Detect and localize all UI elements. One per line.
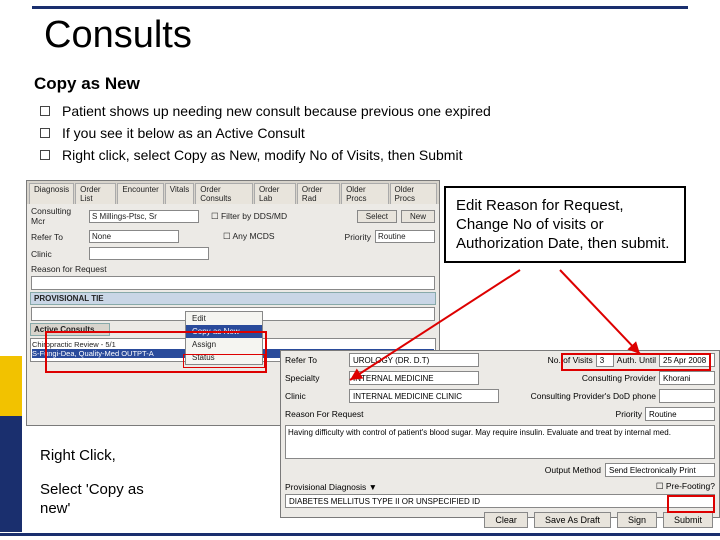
tab[interactable]: Encounter bbox=[117, 183, 163, 204]
provdx-input[interactable]: DIABETES MELLITUS TYPE II OR UNSPECIFIED… bbox=[285, 494, 715, 508]
priority-label: Priority bbox=[345, 232, 371, 242]
prefoot-checkbox[interactable]: ☐ Pre-Footing? bbox=[656, 481, 715, 492]
clear-button[interactable]: Clear bbox=[484, 512, 528, 528]
reason-input[interactable] bbox=[31, 276, 435, 290]
highlight-copy-as-new bbox=[183, 354, 265, 368]
rule-top bbox=[32, 6, 688, 9]
bullet-item: Patient shows up needing new consult bec… bbox=[40, 100, 491, 122]
tab[interactable]: Order Consults bbox=[195, 183, 253, 204]
callout-box: Edit Reason for Request, Change No of vi… bbox=[444, 186, 686, 263]
highlight-submit bbox=[667, 495, 715, 513]
refer-label: Refer To bbox=[31, 232, 85, 242]
output-label: Output Method bbox=[545, 465, 601, 475]
tab-bar: Diagnosis Order List Encounter Vitals Or… bbox=[27, 181, 439, 204]
slide-title: Consults bbox=[44, 14, 192, 57]
consprov-label: Consulting Provider bbox=[582, 373, 656, 383]
select-button[interactable]: Select bbox=[357, 210, 397, 223]
tab[interactable]: Order List bbox=[75, 183, 116, 204]
rule-bottom bbox=[0, 533, 720, 536]
clinic-label: Clinic bbox=[31, 249, 85, 259]
sign-button[interactable]: Sign bbox=[617, 512, 657, 528]
phone-label: Consulting Provider's DoD phone bbox=[531, 391, 656, 401]
clinic-label: Clinic bbox=[285, 391, 345, 401]
tab[interactable]: Vitals bbox=[165, 183, 194, 204]
accent-bar bbox=[0, 356, 22, 532]
priority-input[interactable]: Routine bbox=[375, 230, 435, 243]
specialty-label: Specialty bbox=[285, 373, 345, 383]
reason-textarea[interactable]: Having difficulty with control of patien… bbox=[285, 425, 715, 459]
bullet-list: Patient shows up needing new consult bec… bbox=[40, 100, 491, 166]
consulting-value[interactable]: S Millings-Ptsc, Sr bbox=[89, 210, 199, 223]
consult-detail-window: Refer To UROLOGY (DR. D.T) No. of Visits… bbox=[280, 350, 720, 518]
tab[interactable]: Order Lab bbox=[254, 183, 296, 204]
slide-subtitle: Copy as New bbox=[34, 74, 140, 94]
refer-input[interactable]: UROLOGY (DR. D.T) bbox=[349, 353, 479, 367]
consprov-input[interactable]: Khorani bbox=[659, 371, 715, 385]
caption-right-click: Right Click, bbox=[40, 446, 116, 465]
caption-select-copy: Select 'Copy as new' bbox=[40, 480, 150, 518]
new-button[interactable]: New bbox=[401, 210, 435, 223]
tab[interactable]: Older Procs bbox=[341, 183, 388, 204]
menu-edit[interactable]: Edit bbox=[186, 312, 262, 325]
priority-input[interactable]: Routine bbox=[645, 407, 715, 421]
filter-checkbox[interactable]: ☐ Filter by DDS/MD bbox=[211, 211, 287, 222]
arrow-icon bbox=[520, 264, 660, 364]
save-draft-button[interactable]: Save As Draft bbox=[534, 512, 611, 528]
anymcds-checkbox[interactable]: ☐ Any MCDS bbox=[223, 231, 275, 242]
phone-input[interactable] bbox=[659, 389, 715, 403]
submit-button[interactable]: Submit bbox=[663, 512, 713, 528]
consulting-label: Consulting Mcr bbox=[31, 206, 85, 226]
priority-label: Priority bbox=[616, 409, 642, 419]
provdx-label[interactable]: Provisional Diagnosis ▼ bbox=[285, 482, 395, 492]
clinic-input[interactable]: INTERNAL MEDICINE CLINIC bbox=[349, 389, 499, 403]
clinic-input[interactable] bbox=[89, 247, 209, 260]
bullet-item: If you see it below as an Active Consult bbox=[40, 122, 491, 144]
reason-label: Reason for Request bbox=[31, 264, 131, 274]
bullet-item: Right click, select Copy as New, modify … bbox=[40, 144, 491, 166]
refer-label: Refer To bbox=[285, 355, 345, 365]
tab[interactable]: Order Rad bbox=[297, 183, 340, 204]
tab[interactable]: Diagnosis bbox=[29, 183, 74, 204]
specialty-input[interactable]: INTERNAL MEDICINE bbox=[349, 371, 479, 385]
tab[interactable]: Older Procs bbox=[390, 183, 437, 204]
reason-label: Reason For Request bbox=[285, 409, 375, 419]
provisional-header: PROVISIONAL TIE bbox=[30, 292, 436, 305]
highlight-novisits-auth bbox=[561, 353, 711, 371]
output-input[interactable]: Send Electronically Print bbox=[605, 463, 715, 477]
refer-input[interactable]: None bbox=[89, 230, 179, 243]
